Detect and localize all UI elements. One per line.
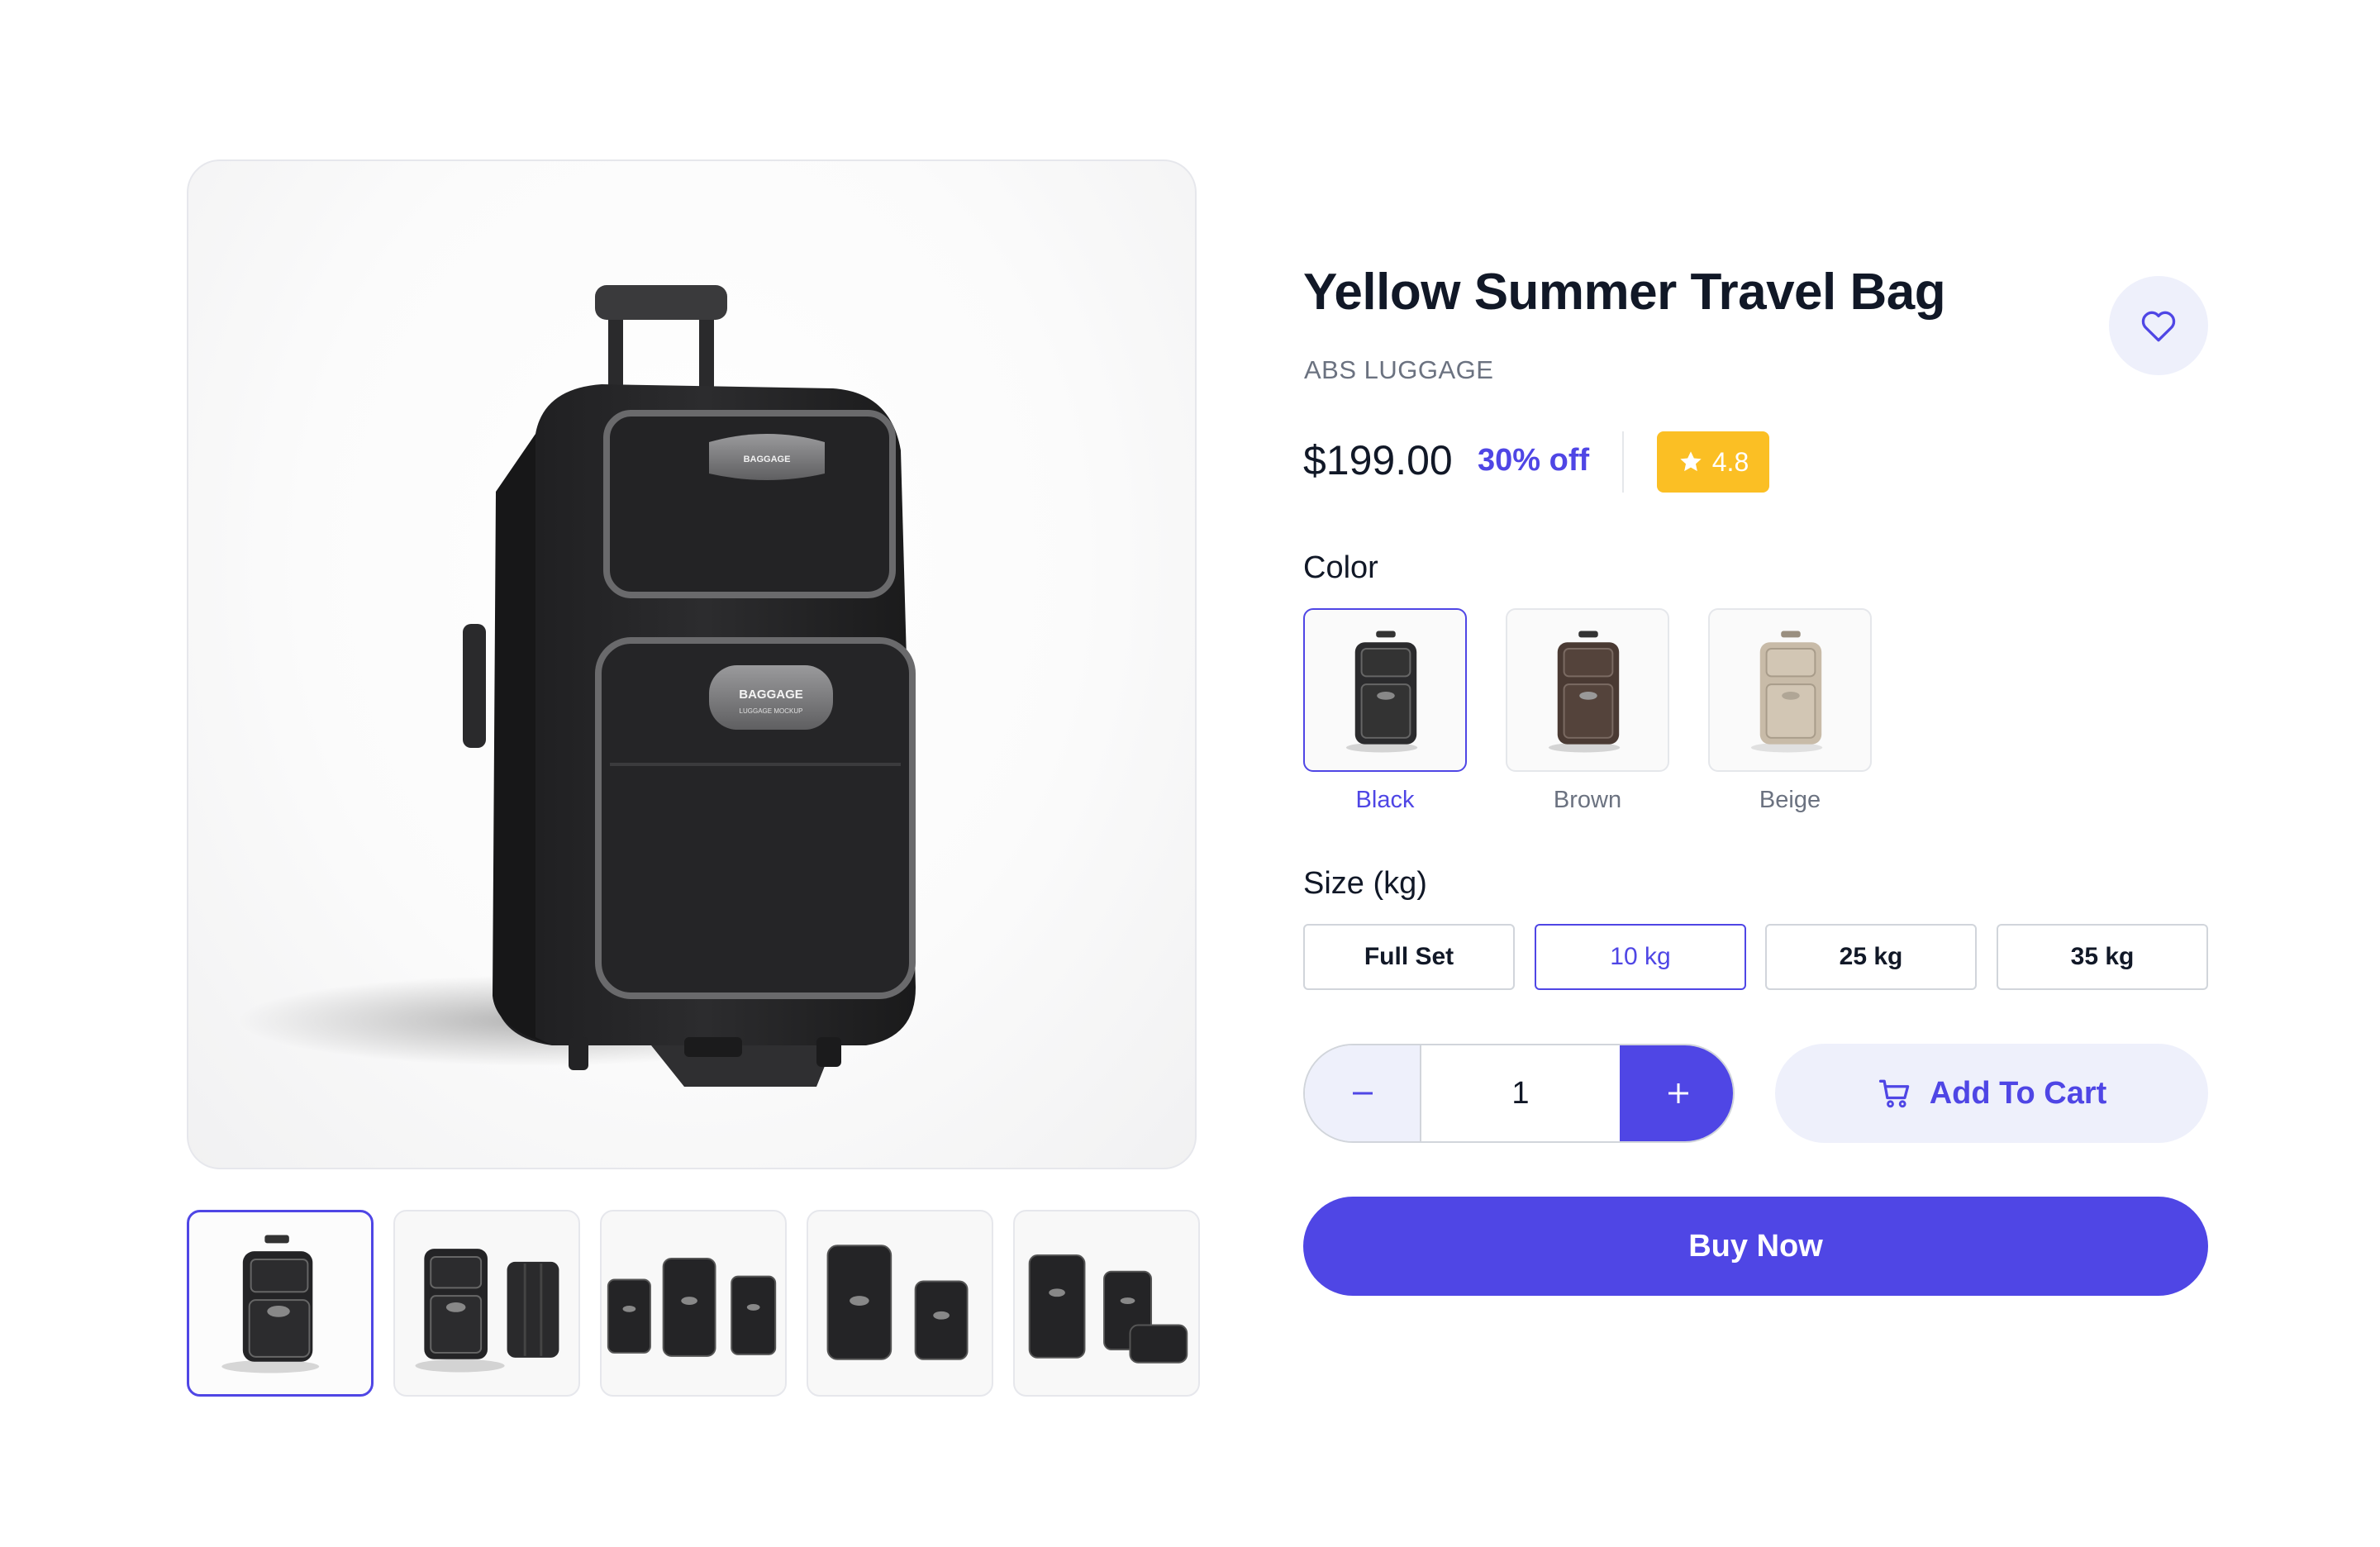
brown-suitcase-thumb xyxy=(1548,631,1621,753)
luggage-set-thumb-icon xyxy=(1028,1254,1188,1364)
size-option-25kg[interactable]: 25 kg xyxy=(1765,924,1977,990)
heart-icon xyxy=(2141,311,2176,342)
rating-value: 4.8 xyxy=(1711,446,1749,477)
quantity-stepper: 1 xyxy=(1303,1044,1735,1143)
buy-now-button[interactable]: Buy Now xyxy=(1303,1197,2208,1296)
color-option-black[interactable] xyxy=(1303,608,1467,772)
favorite-button[interactable] xyxy=(2109,276,2208,375)
color-label-beige: Beige xyxy=(1759,787,1821,813)
add-to-cart-button[interactable]: Add To Cart xyxy=(1775,1044,2208,1143)
thumbnail-single-suitcase[interactable] xyxy=(187,1210,374,1397)
suitcase-trio-thumb-icon xyxy=(607,1257,777,1357)
quantity-input[interactable]: 1 xyxy=(1421,1045,1620,1141)
product-title: Yellow Summer Travel Bag xyxy=(1303,264,1946,321)
size-option-10kg[interactable]: 10 kg xyxy=(1535,924,1746,990)
cart-icon xyxy=(1878,1079,1909,1108)
color-option-brown[interactable] xyxy=(1506,608,1669,772)
thumbnail-two-suitcases[interactable] xyxy=(807,1210,993,1397)
size-option-35kg[interactable]: 35 kg xyxy=(1997,924,2208,990)
lower-badge-subtext: LUGGAGE MOCKUP xyxy=(740,707,803,715)
star-icon xyxy=(1680,451,1702,472)
black-suitcase-thumb xyxy=(1345,631,1418,753)
plus-icon xyxy=(1668,1083,1688,1103)
main-product-image: BAGGAGE BAGGAGE LUGGAGE MOCKUP xyxy=(187,159,1197,1169)
increase-quantity-button[interactable] xyxy=(1620,1045,1733,1141)
discount-label: 30% off xyxy=(1478,443,1590,478)
suitcase-illustration: BAGGAGE BAGGAGE LUGGAGE MOCKUP xyxy=(238,285,916,1087)
lower-badge-text: BAGGAGE xyxy=(739,688,803,702)
suitcase-duo-thumb-icon xyxy=(826,1245,969,1360)
size-option-full-set[interactable]: Full Set xyxy=(1303,924,1515,990)
thumbnail-front-and-side-view[interactable] xyxy=(393,1210,580,1397)
size-label: Size (kg) xyxy=(1303,866,1427,901)
decrease-quantity-button[interactable] xyxy=(1305,1045,1421,1141)
add-to-cart-label: Add To Cart xyxy=(1929,1075,2107,1111)
suitcase-pair-thumb-icon xyxy=(415,1249,559,1373)
thumbnail-strip xyxy=(187,1210,1200,1397)
color-label-brown: Brown xyxy=(1553,787,1622,813)
color-label: Color xyxy=(1303,550,1378,585)
color-label-black: Black xyxy=(1355,787,1415,813)
upper-badge-text: BAGGAGE xyxy=(744,455,791,464)
price-divider xyxy=(1622,431,1624,493)
suitcase-thumb-icon xyxy=(221,1235,320,1373)
minus-icon xyxy=(1352,1092,1373,1095)
thumbnail-luggage-set[interactable] xyxy=(1013,1210,1200,1397)
beige-suitcase-thumb xyxy=(1750,631,1823,753)
product-price: $199.00 xyxy=(1303,437,1453,483)
color-option-beige[interactable] xyxy=(1708,608,1872,772)
thumbnail-three-suitcases[interactable] xyxy=(600,1210,787,1397)
product-brand: ABS LUGGAGE xyxy=(1304,355,1494,384)
rating-badge: 4.8 xyxy=(1657,431,1769,493)
